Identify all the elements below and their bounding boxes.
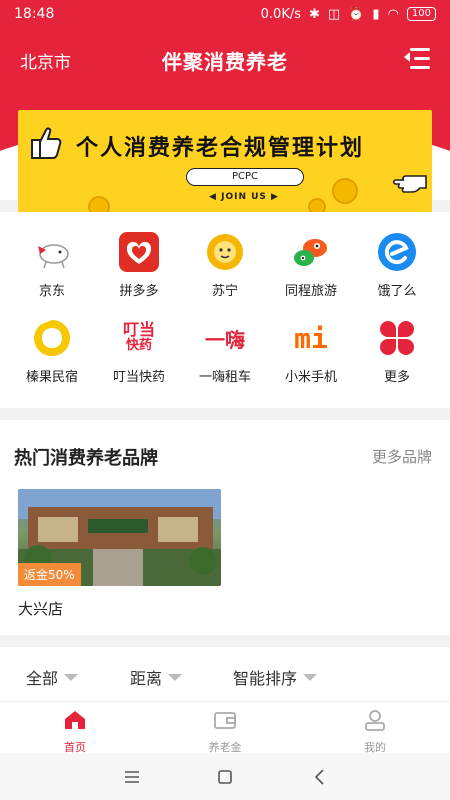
app-jd[interactable]: 京东 [7,230,97,299]
menu-lines-icon[interactable] [122,767,142,787]
battery-icon: 100 [406,7,436,21]
filter-label: 智能排序 [233,669,298,688]
app-label: 榛果民宿 [25,370,78,385]
tongcheng-icon [289,230,333,274]
alarm-icon: ⏰ [348,6,365,22]
home-icon [65,711,85,729]
system-nav-bar [0,753,450,800]
user-icon [365,710,385,731]
app-pinduoduo[interactable]: 拼多多 [94,230,184,299]
network-speed: 0.0K/s [260,6,302,22]
app-xiaomi[interactable]: mi 小米手机 [266,316,356,386]
filter-label: 全部 [26,669,59,688]
dingdang-icon: 叮当 快药 [117,316,161,360]
signal-icon: ▮ [372,6,380,22]
app-label: 苏宁 [211,284,238,299]
tab-home[interactable]: 首页 [30,708,120,755]
eleme-icon [375,230,419,274]
wifi-icon: ◠ [387,6,399,22]
more-clover-icon [375,316,419,360]
suning-lion-icon [203,230,247,274]
filter-label: 距离 [130,669,163,688]
app-hazelnut[interactable]: 榛果民宿 [7,316,97,385]
cashback-badge: 返金50% [18,563,81,586]
app-suning[interactable]: 苏宁 [180,230,270,299]
section-title: 热门消费养老品牌 [14,448,158,469]
dropdown-arrow-icon [64,673,79,681]
page-title: 伴聚消费养老 [162,49,288,74]
banner-join: ◀ JOIN US ▶ [209,192,279,202]
menu-icon[interactable] [404,48,430,70]
app-label: 饿了么 [377,284,417,299]
coin-icon [88,196,110,212]
app-label: 拼多多 [119,284,159,299]
tab-profile[interactable]: 我的 [330,708,420,755]
filter-sort[interactable]: 智能排序 [233,665,318,689]
app-more[interactable]: 更多 [352,316,442,385]
xiaomi-logo-text: mi [294,321,328,355]
status-bar: 18:48 0.0K/s ✱ ◫ ⏰ ▮ ◠ 100 [0,0,450,28]
wallet-icon [214,712,236,729]
app-label: 更多 [383,370,410,385]
filter-distance[interactable]: 距离 [130,665,183,689]
more-brands-link[interactable]: 更多品牌 [372,446,432,467]
status-time: 18:48 [14,6,55,22]
dropdown-arrow-icon [168,673,183,681]
pointing-hand-icon [392,175,427,193]
dropdown-arrow-icon [303,673,318,681]
hot-brands-section: 热门消费养老品牌 更多品牌 返金50% 大兴店 [0,420,450,635]
yihai-logo-text: 一嗨 [205,327,245,352]
dingdang-logo-line1: 叮当 [122,320,155,339]
tab-pension[interactable]: 养老金 [180,708,270,755]
app-label: 京东 [38,284,65,299]
app-label: 小米手机 [284,370,337,385]
pinduoduo-icon [117,230,161,274]
xiaomi-icon: mi [289,316,333,360]
join-text: JOIN US [221,192,267,202]
promo-banner[interactable]: 个人消费养老合规管理计划 PCPC ◀ JOIN US ▶ [18,110,432,212]
thumbs-up-icon [31,127,62,159]
dingdang-logo-line2: 快药 [125,338,152,353]
app-label: 叮当快药 [112,370,165,385]
app-screen: 18:48 0.0K/s ✱ ◫ ⏰ ▮ ◠ 100 北京市 伴聚消费养老 个人… [0,0,450,800]
status-icons: 0.0K/s ✱ ◫ ⏰ ▮ ◠ 100 [261,7,436,22]
bluetooth-icon: ✱ [309,6,320,22]
app-label: 同程旅游 [284,284,337,299]
store-card-image[interactable]: 返金50% [18,489,221,586]
banner-tag: PCPC [186,168,304,186]
back-icon[interactable] [310,767,330,787]
store-name[interactable]: 大兴店 [18,598,63,619]
app-tongcheng[interactable]: 同程旅游 [266,230,356,299]
app-label: 一嗨租车 [198,370,251,385]
hazelnut-icon [30,316,74,360]
jd-dog-icon [30,230,74,274]
coin-icon [332,178,358,204]
coin-icon [308,198,326,212]
top-nav: 北京市 伴聚消费养老 [0,40,450,80]
bottom-tab-bar: 首页 养老金 我的 [0,701,450,755]
app-dingdang[interactable]: 叮当 快药 叮当快药 [94,316,184,386]
app-grid: 京东 拼多多 苏宁 同程旅游 饿了么 榛果民宿 叮当 快药 叮当快药 一嗨 一嗨… [0,212,450,408]
app-yihai[interactable]: 一嗨 一嗨租车 [180,316,270,386]
home-square-icon[interactable] [215,767,235,787]
filter-bar: 全部 距离 智能排序 [0,647,450,701]
banner-headline: 个人消费养老合规管理计划 [76,136,365,161]
mute-icon: ◫ [327,6,341,22]
app-eleme[interactable]: 饿了么 [352,230,442,299]
yihai-icon: 一嗨 [203,316,247,360]
filter-all[interactable]: 全部 [26,665,79,689]
